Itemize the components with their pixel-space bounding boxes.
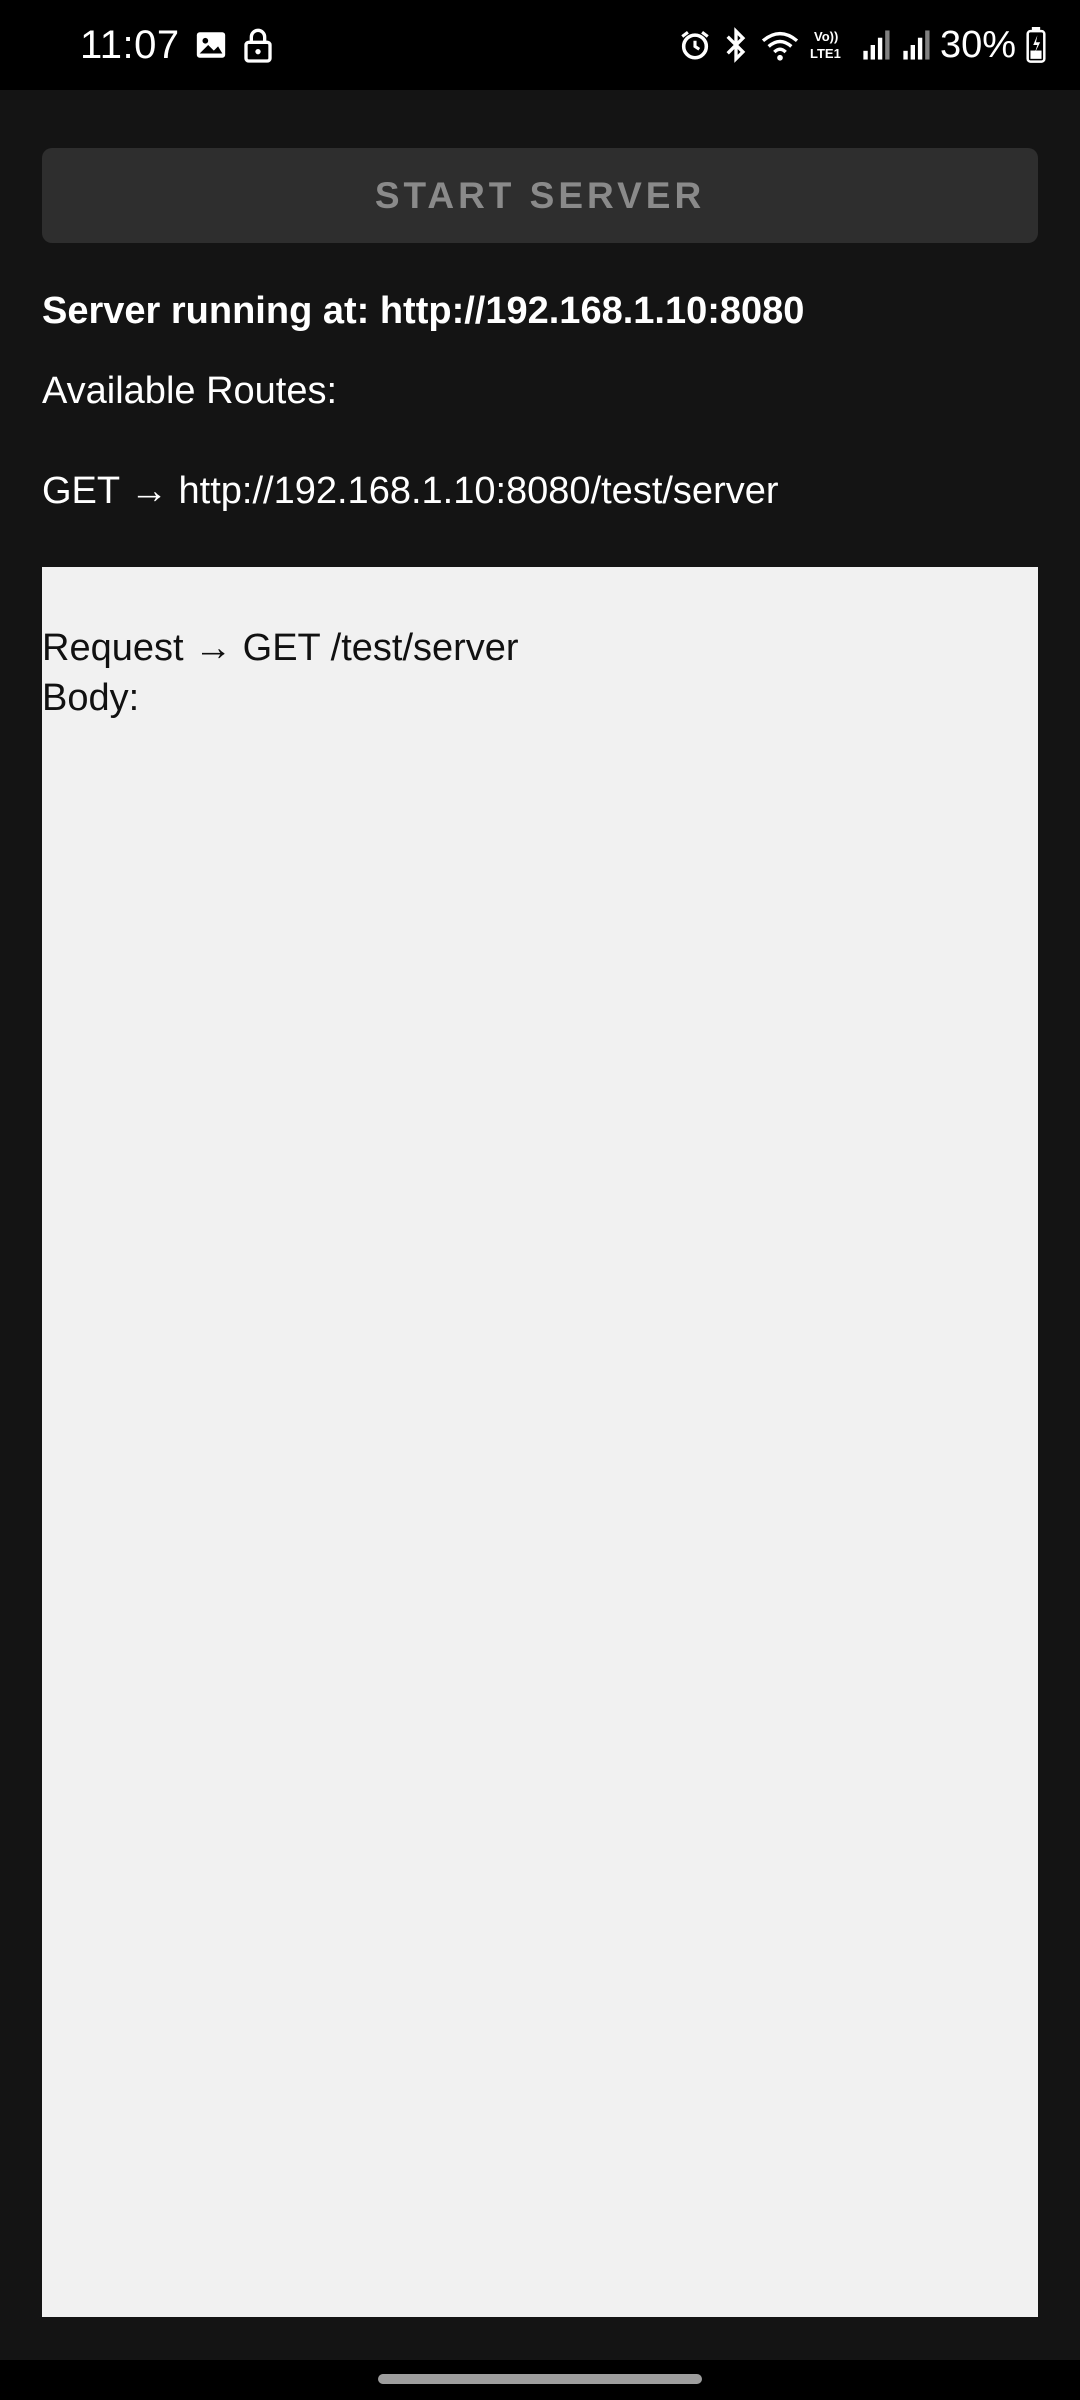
image-icon (194, 28, 228, 62)
status-bar: 11:07 Vo)) LTE1 30% (0, 0, 1080, 90)
app-screen: 11:07 Vo)) LTE1 30% START SERVER Server … (0, 0, 1080, 2400)
request-log-panel[interactable]: Request → GET /test/server Body: (42, 567, 1038, 2317)
volte-icon: Vo)) LTE1 (810, 27, 850, 63)
wifi-icon (760, 28, 800, 62)
log-line-request: Request → GET /test/server (42, 627, 519, 669)
routes-heading: Available Routes: (42, 370, 338, 412)
battery-percent: 30% (939, 23, 1016, 66)
start-server-button[interactable]: START SERVER (42, 148, 1038, 243)
alarm-icon (678, 28, 712, 62)
svg-text:LTE1: LTE1 (810, 46, 841, 61)
bluetooth-icon (722, 27, 750, 63)
signal-icon (900, 29, 930, 61)
status-time: 11:07 (80, 22, 180, 67)
battery-charging-icon (1026, 27, 1046, 63)
status-bar-left: 11:07 (80, 0, 274, 90)
navigation-bar (0, 2360, 1080, 2400)
home-indicator[interactable] (378, 2374, 702, 2384)
log-line-body: Body: (42, 677, 140, 719)
svg-text:Vo)): Vo)) (814, 29, 838, 44)
signal-icon (860, 29, 890, 61)
route-item: GET → http://192.168.1.10:8080/test/serv… (42, 470, 779, 512)
status-bar-right: Vo)) LTE1 30% (678, 0, 1046, 90)
server-status-text: Server running at: http://192.168.1.10:8… (42, 290, 805, 332)
lock-icon (242, 27, 274, 63)
